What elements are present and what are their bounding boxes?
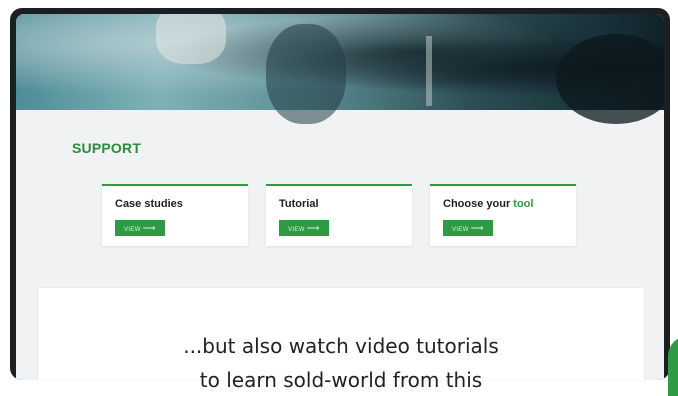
arrow-right-icon: ⟶ (142, 223, 156, 233)
card-title-accent: tool (513, 198, 534, 210)
arrow-right-icon: ⟶ (306, 223, 320, 233)
card-case-studies[interactable]: Case studies VIEW ⟶ (102, 184, 248, 246)
hero-figure-lanyard (426, 36, 432, 106)
hero-figure-head (556, 34, 664, 124)
card-tutorial[interactable]: Tutorial VIEW ⟶ (266, 184, 412, 246)
section-title: SUPPORT (72, 140, 142, 156)
card-title: Case studies (115, 198, 183, 210)
view-button-label: VIEW (124, 227, 141, 233)
hero-figure-person (266, 24, 346, 124)
view-button[interactable]: VIEW ⟶ (115, 220, 165, 236)
caption-line: ...but also watch video tutorials (183, 334, 499, 358)
view-button[interactable]: VIEW ⟶ (443, 220, 493, 236)
card-choose-tool[interactable]: Choose your tool VIEW ⟶ (430, 184, 576, 246)
hero-figure-hand (156, 14, 226, 64)
card-title: Choose your tool (443, 198, 533, 210)
hero-image (16, 14, 664, 124)
arrow-right-icon: ⟶ (470, 223, 484, 233)
view-button-label: VIEW (452, 227, 469, 233)
caption-box: ...but also watch video tutorials to lea… (38, 288, 644, 392)
card-title-prefix: Choose your (443, 198, 511, 210)
view-button-label: VIEW (288, 227, 305, 233)
card-title: Tutorial (279, 198, 319, 210)
view-button[interactable]: VIEW ⟶ (279, 220, 329, 236)
caption-line: to learn sold-world from this (199, 368, 483, 392)
